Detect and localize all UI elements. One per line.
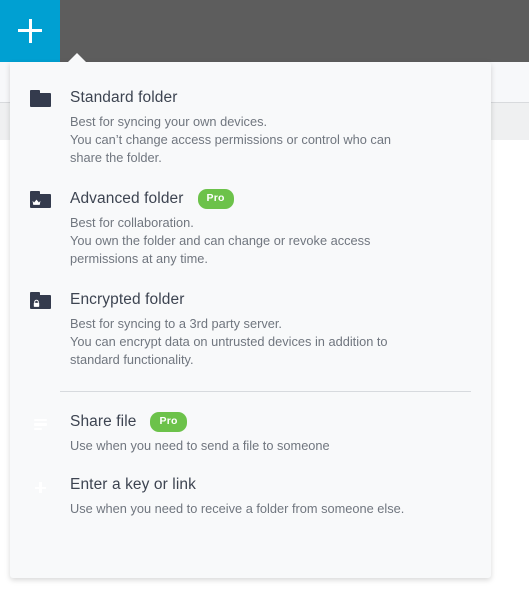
menu-item-body: Encrypted folder Best for syncing to a 3…: [70, 290, 471, 369]
menu-item-body: Standard folder Best for syncing your ow…: [70, 88, 471, 167]
description-line: You can encrypt data on untrusted device…: [70, 334, 388, 349]
menu-item-description: Best for syncing to a 3rd party server. …: [70, 315, 440, 369]
menu-item-encrypted-folder[interactable]: Encrypted folder Best for syncing to a 3…: [10, 290, 491, 369]
description-line: Best for syncing to a 3rd party server.: [70, 316, 282, 331]
menu-item-title-row: Share file Pro: [70, 412, 471, 432]
description-line: You can’t change access permissions or c…: [70, 132, 392, 147]
menu-item-title-row: Encrypted folder: [70, 290, 471, 310]
menu-item-title: Encrypted folder: [70, 291, 185, 308]
menu-item-standard-folder[interactable]: Standard folder Best for syncing your ow…: [10, 88, 491, 167]
menu-item-description: Best for collaboration. You own the fold…: [70, 214, 440, 268]
folder-crown-icon: [30, 191, 51, 208]
description-line: permissions at any time.: [70, 251, 208, 266]
description-line: standard functionality.: [70, 352, 194, 367]
menu-item-advanced-folder[interactable]: Advanced folder Pro Best for collaborati…: [10, 189, 491, 268]
menu-item-enter-key-or-link[interactable]: Enter a key or link Use when you need to…: [10, 475, 491, 518]
description-line: share the folder.: [70, 150, 162, 165]
menu-item-share-file[interactable]: Share file Pro Use when you need to send…: [10, 412, 491, 455]
folder-icon: [30, 90, 51, 107]
menu-item-body: Advanced folder Pro Best for collaborati…: [70, 189, 471, 268]
menu-item-description: Use when you need to send a file to some…: [70, 437, 440, 455]
menu-item-title-row: Enter a key or link: [70, 475, 471, 495]
menu-item-title: Enter a key or link: [70, 476, 196, 493]
menu-item-title: Advanced folder: [70, 190, 184, 207]
plus-icon: [18, 19, 42, 43]
menu-item-title: Share file: [70, 413, 137, 430]
add-button[interactable]: [0, 0, 60, 62]
create-new-dropdown: Standard folder Best for syncing your ow…: [10, 53, 491, 578]
pro-badge: Pro: [197, 189, 234, 209]
menu-item-icon-wrap: [30, 412, 70, 431]
menu-item-icon-wrap: [30, 189, 70, 208]
description-line: Use when you need to send a file to some…: [70, 438, 330, 453]
description-line: Best for collaboration.: [70, 215, 194, 230]
folder-lock-icon: [30, 292, 51, 309]
description-line: Use when you need to receive a folder fr…: [70, 501, 405, 516]
menu-list: Standard folder Best for syncing your ow…: [10, 62, 491, 518]
pro-badge: Pro: [150, 412, 187, 432]
menu-item-title-row: Advanced folder Pro: [70, 189, 471, 209]
menu-item-icon-wrap: [30, 88, 70, 107]
lock-icon: [33, 299, 40, 307]
menu-divider: [60, 391, 471, 392]
menu-item-description: Best for syncing your own devices. You c…: [70, 113, 440, 167]
menu-item-icon-wrap: [30, 290, 70, 309]
menu-item-body: Enter a key or link Use when you need to…: [70, 475, 471, 518]
dropdown-arrow-icon: [68, 53, 86, 62]
description-line: You own the folder and can change or rev…: [70, 233, 371, 248]
menu-item-icon-wrap: [30, 475, 70, 477]
menu-item-description: Use when you need to receive a folder fr…: [70, 500, 440, 518]
menu-item-body: Share file Pro Use when you need to send…: [70, 412, 471, 455]
crown-icon: [32, 199, 41, 205]
description-line: Best for syncing your own devices.: [70, 114, 268, 129]
menu-item-title-row: Standard folder: [70, 88, 471, 108]
menu-item-title: Standard folder: [70, 89, 178, 106]
